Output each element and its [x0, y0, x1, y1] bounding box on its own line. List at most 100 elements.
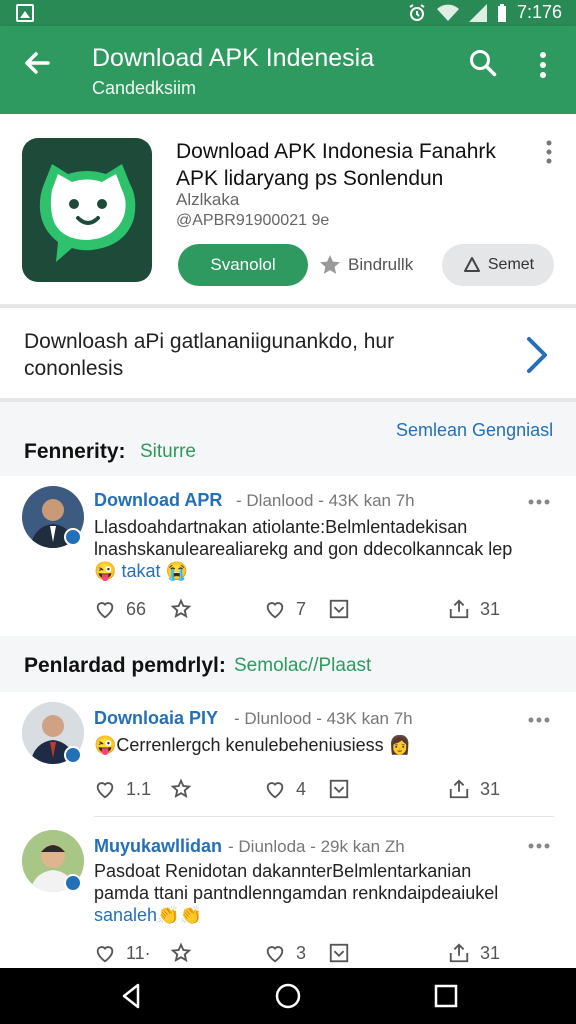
- app-card: Download APK Indonesia Fanahrk APK lidar…: [0, 114, 576, 308]
- bookmark-label: Bindrullk: [348, 255, 414, 274]
- checkbox-icon[interactable]: [328, 942, 350, 964]
- section-link[interactable]: Semlean Gengniasl: [396, 420, 553, 441]
- comment-count: 3: [296, 942, 307, 963]
- post-author[interactable]: Downloaia PIY: [94, 708, 218, 729]
- bookmark-button[interactable]: Bindrullk: [318, 244, 434, 286]
- comment-button[interactable]: 3: [264, 942, 306, 964]
- star-icon[interactable]: [170, 598, 192, 620]
- like-count: 1.1: [126, 778, 152, 799]
- comment-icon: [266, 602, 284, 619]
- verified-icon: [64, 746, 82, 764]
- emoji-icon: 😭: [165, 561, 188, 581]
- signal-icon: [468, 3, 487, 22]
- like-button[interactable]: 11·: [94, 942, 151, 964]
- star-icon[interactable]: [170, 778, 192, 800]
- verified-icon: [64, 874, 82, 892]
- post-body: 😜Cerrenlergch kenulebeheniusiess 👩: [94, 734, 524, 756]
- share-count: 31: [480, 598, 501, 619]
- section-accent[interactable]: Siturre: [140, 441, 196, 463]
- app-bar: Download APK Indenesia Candedksiim: [0, 26, 576, 114]
- post-more-icon[interactable]: [528, 716, 550, 724]
- emoji-icon: 😜: [94, 561, 117, 581]
- share-icon: [449, 779, 469, 799]
- verified-icon: [64, 528, 82, 546]
- share-icon: [449, 943, 469, 963]
- share-count: 31: [480, 778, 501, 799]
- comment-icon: [266, 782, 284, 799]
- comment-button[interactable]: 7: [264, 598, 306, 620]
- card-more-icon[interactable]: [542, 140, 556, 164]
- post-author[interactable]: Muyukawllidan: [94, 836, 222, 857]
- post-text: Cerrenlergch kenulebeheniusiess: [116, 735, 384, 755]
- more-options-icon[interactable]: [530, 50, 556, 80]
- heart-icon: [96, 602, 114, 619]
- nav-recent-apps-icon[interactable]: [432, 982, 460, 1010]
- share-count: 31: [480, 942, 501, 963]
- post-meta: - Diunloda - 29k kan Zh: [228, 837, 405, 856]
- bell-icon: [463, 257, 480, 272]
- emoji-icon: 👩: [388, 735, 412, 755]
- share-action-button[interactable]: 31: [448, 778, 500, 800]
- status-time: 7:176: [516, 2, 562, 22]
- nav-back-icon[interactable]: [118, 982, 146, 1010]
- back-arrow-icon[interactable]: [22, 48, 52, 78]
- post-meta: - Dlunlood - 43K kan 7h: [234, 709, 413, 728]
- like-button[interactable]: 1.1: [94, 778, 151, 800]
- share-button[interactable]: Semet: [442, 244, 554, 286]
- share-action-button[interactable]: 31: [448, 942, 500, 964]
- heart-icon: [96, 946, 114, 963]
- star-icon: [320, 255, 340, 274]
- divider: [94, 816, 554, 817]
- share-action-button[interactable]: 31: [448, 598, 500, 620]
- post-tail[interactable]: sanaleh: [94, 905, 157, 925]
- app-name: Download APK Indonesia Fanahrk APK lidar…: [176, 140, 496, 190]
- heart-icon: [96, 782, 114, 799]
- gallery-icon: [16, 4, 34, 22]
- checkbox-icon[interactable]: [328, 598, 350, 620]
- section-title: Penlardad pemdrlyl:: [24, 654, 226, 677]
- like-count: 66: [126, 598, 147, 619]
- post-text: Llasdoahdartnakan atiolante:Belmlentadek…: [94, 517, 513, 559]
- app-bar-subtitle: Candedksiim: [92, 78, 197, 98]
- share-label: Semet: [487, 256, 535, 273]
- post-item[interactable]: Downloaia PIY - Dlunlood - 43K kan 7h 😜C…: [0, 692, 576, 816]
- post-tail[interactable]: takat: [121, 561, 160, 581]
- status-bar: 7:176: [0, 0, 576, 26]
- search-icon[interactable]: [468, 48, 498, 78]
- chevron-right-icon[interactable]: [524, 336, 550, 374]
- post-text: Pasdoat Renidotan dakannterBelmlentarkan…: [94, 861, 499, 903]
- install-button[interactable]: Svanolol: [178, 244, 308, 286]
- description-row[interactable]: Downloash aPi gatlananiigunankdo, hur co…: [0, 312, 576, 398]
- wifi-icon: [436, 4, 459, 21]
- post-item[interactable]: Muyukawllidan - Diunloda - 29k kan Zh Pa…: [0, 818, 576, 968]
- app-developer[interactable]: Alzlkaka: [176, 190, 239, 210]
- post-more-icon[interactable]: [528, 498, 550, 506]
- description-text: Downloash aPi gatlananiigunankdo, hur co…: [24, 330, 395, 380]
- emoji-icon: 👏👏: [157, 905, 202, 925]
- comment-count: 7: [296, 598, 307, 619]
- like-button[interactable]: 66: [94, 598, 146, 620]
- share-icon: [449, 599, 469, 619]
- section-accent[interactable]: Semolac//Plaast: [234, 655, 371, 677]
- status-icons: 7:176: [407, 2, 562, 23]
- app-bar-title: Download APK Indenesia: [92, 44, 375, 72]
- post-author[interactable]: Download APR: [94, 490, 222, 511]
- post-more-icon[interactable]: [528, 842, 550, 850]
- alarm-icon: [409, 3, 425, 21]
- star-icon[interactable]: [170, 942, 192, 964]
- checkbox-icon[interactable]: [328, 778, 350, 800]
- app-package: @APBR91900021 9e: [176, 212, 330, 229]
- section-title: Fennerity:: [24, 440, 126, 463]
- comment-button[interactable]: 4: [264, 778, 306, 800]
- navigation-bar: [0, 968, 576, 1024]
- post-item[interactable]: Download APR - Dlanlood - 43K kan 7h Lla…: [0, 476, 576, 636]
- emoji-icon: 😜: [94, 735, 117, 755]
- comment-icon: [266, 946, 284, 963]
- comment-count: 4: [296, 778, 307, 799]
- divider: [0, 304, 576, 308]
- like-count: 11·: [126, 942, 151, 963]
- battery-icon: [497, 3, 506, 22]
- post-body: Pasdoat Renidotan dakannterBelmlentarkan…: [94, 860, 524, 926]
- nav-home-icon[interactable]: [274, 982, 302, 1010]
- app-logo-icon: [22, 138, 152, 282]
